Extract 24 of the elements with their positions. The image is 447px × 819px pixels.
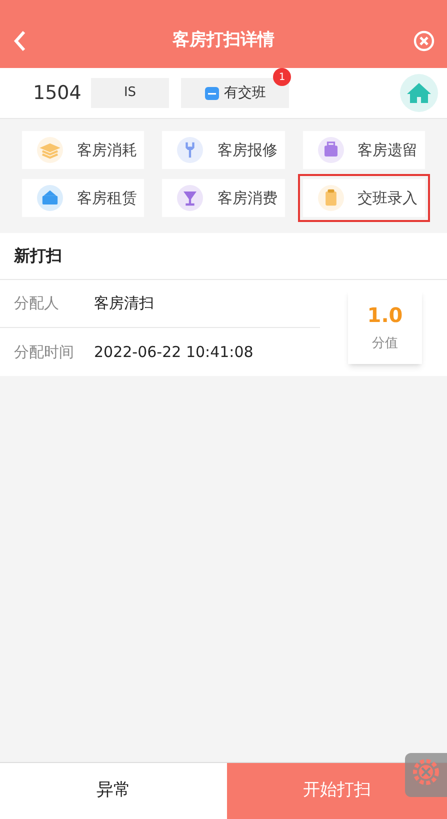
layers-icon bbox=[37, 137, 63, 163]
suitcase-icon bbox=[318, 137, 344, 163]
room-number: 1504 bbox=[33, 80, 79, 106]
task-title: 新打扫 bbox=[0, 233, 447, 280]
exception-button[interactable]: 异常 bbox=[0, 763, 227, 819]
clipboard-icon bbox=[318, 185, 344, 211]
page-title: 客房打扫详情 bbox=[172, 29, 276, 52]
field-value: 2022-06-22 10:41:08 bbox=[94, 342, 254, 363]
field-label: 分配时间 bbox=[14, 342, 75, 363]
home-button[interactable] bbox=[400, 74, 438, 112]
room-status: IS bbox=[91, 78, 169, 108]
field-value: 客房清扫 bbox=[94, 293, 154, 314]
home-icon bbox=[406, 81, 432, 105]
notification-badge: 1 bbox=[273, 68, 291, 86]
glass-icon bbox=[177, 185, 204, 211]
sign-icon bbox=[37, 185, 63, 211]
field-label: 分配人 bbox=[14, 293, 60, 314]
wrench-icon bbox=[177, 137, 204, 163]
tools-icon bbox=[411, 757, 441, 787]
back-icon bbox=[12, 30, 28, 52]
calendar-icon bbox=[204, 85, 220, 101]
action-button[interactable]: 交班录入 bbox=[298, 174, 430, 222]
score-value: 1.0 bbox=[367, 302, 403, 330]
score-label: 分值 bbox=[372, 335, 398, 354]
